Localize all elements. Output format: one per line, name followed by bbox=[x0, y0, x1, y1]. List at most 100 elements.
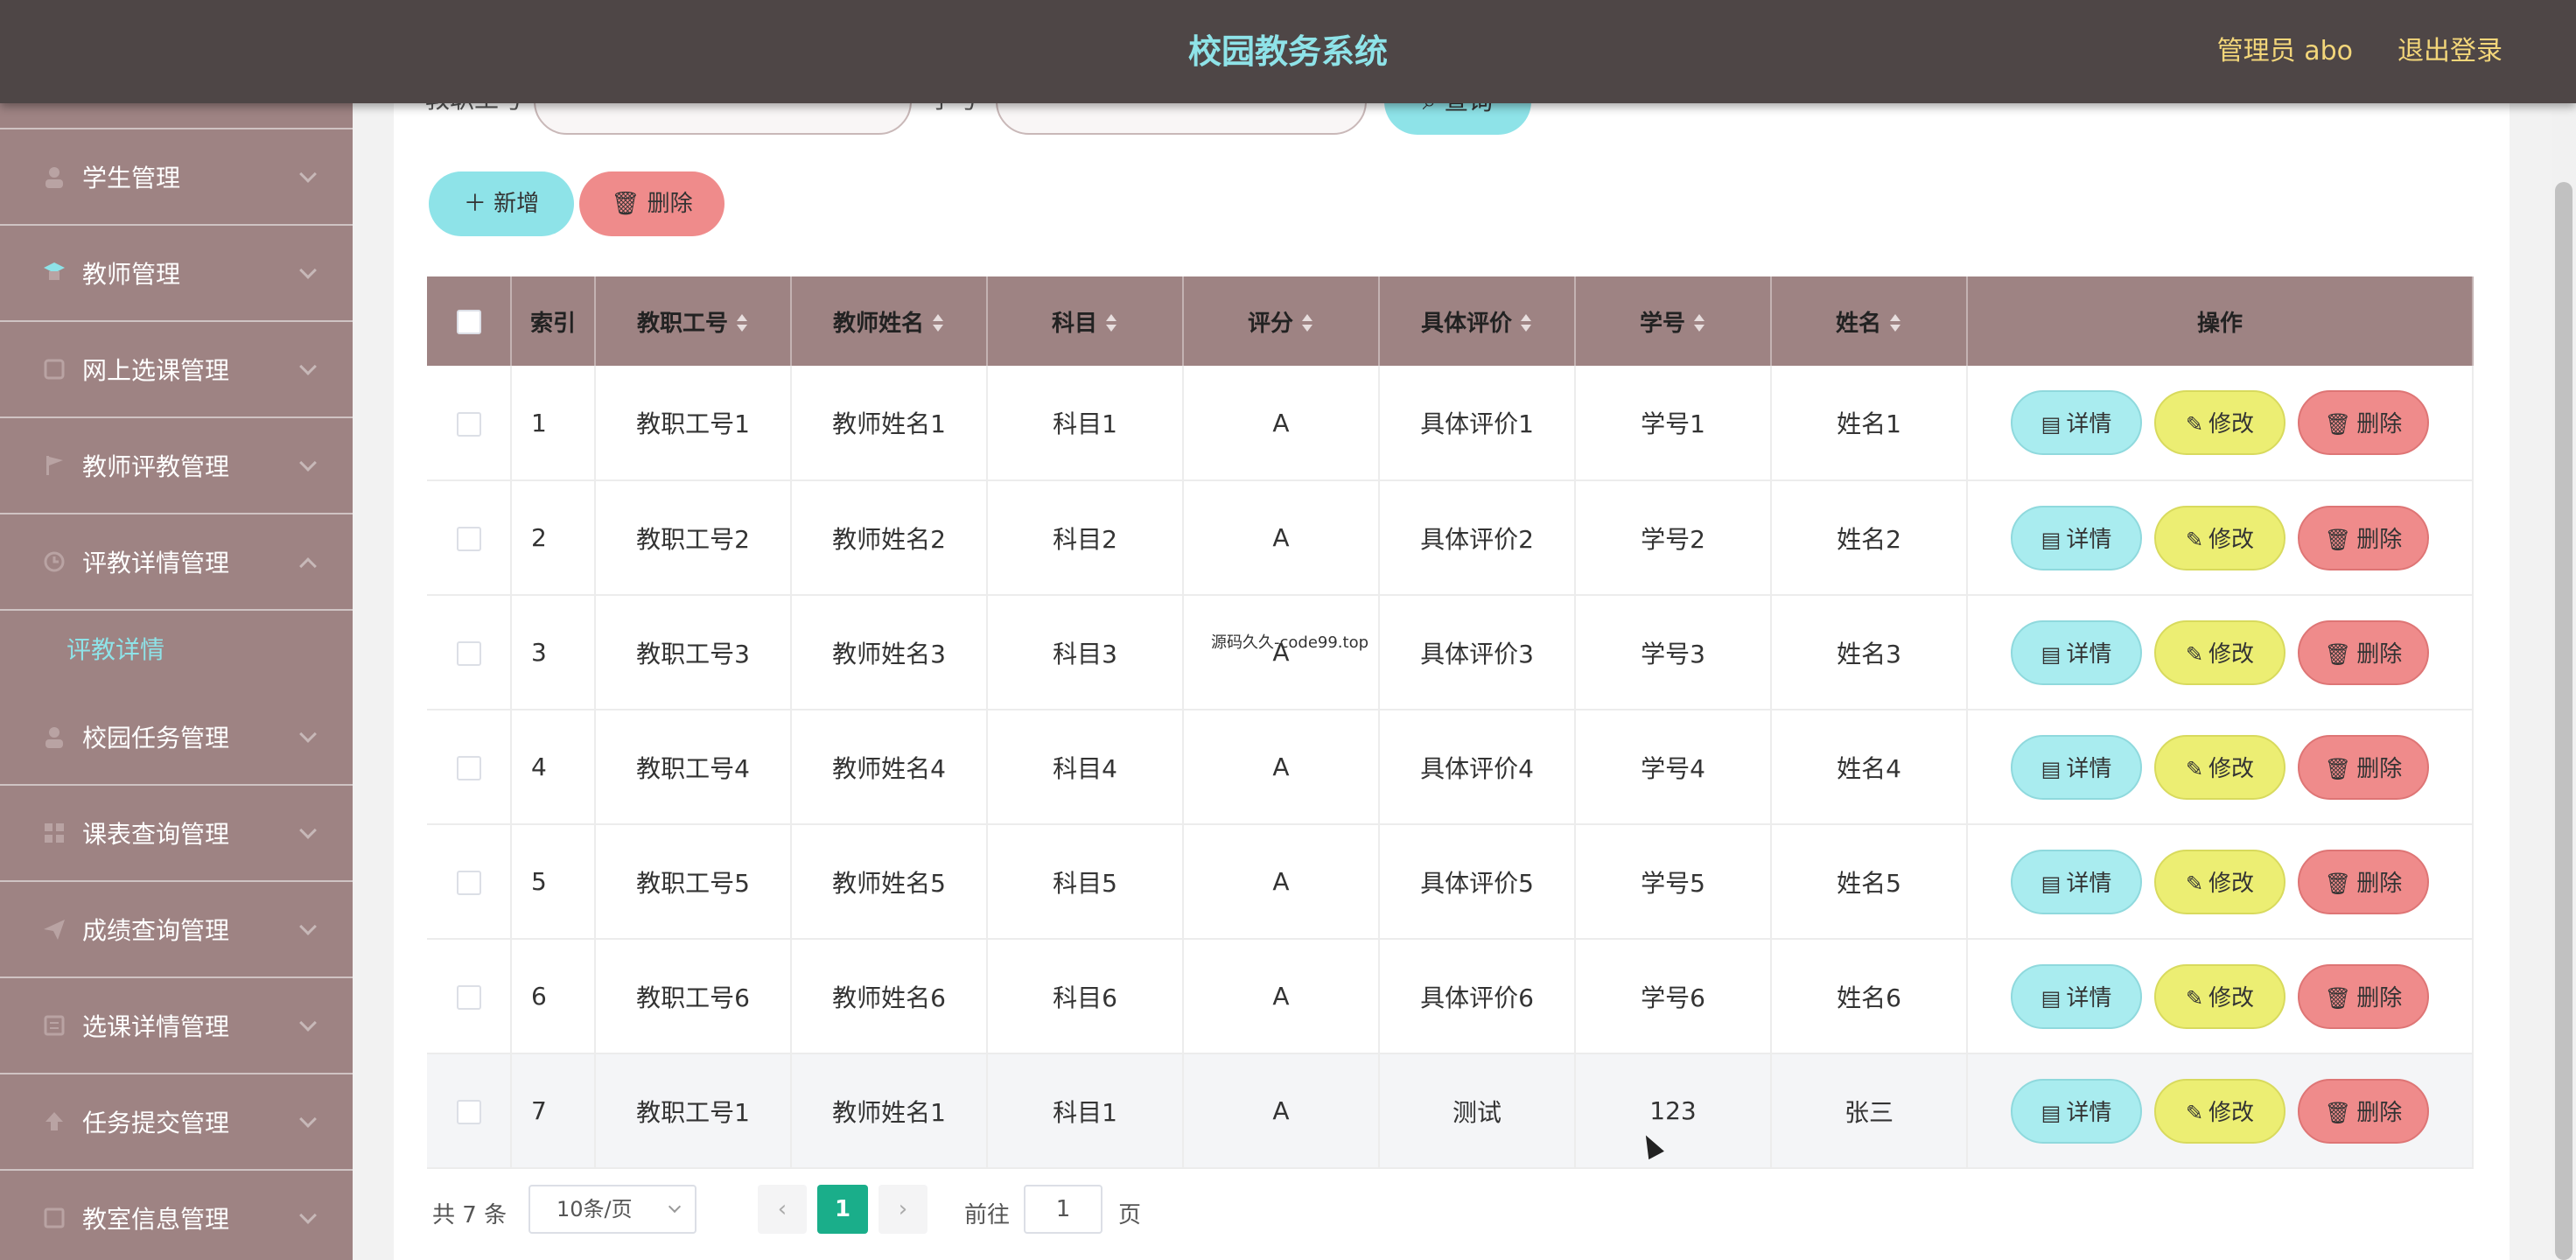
goto-page-input[interactable]: 1 bbox=[1024, 1185, 1102, 1234]
table-row[interactable]: 2 教职工号2 教师姓名2 科目2 A 具体评价2 学号2 姓名2 ▤ 详情 ✎ 修改 🗑 删除 bbox=[427, 480, 2474, 596]
row-checkbox[interactable] bbox=[456, 411, 481, 437]
edit-button[interactable]: ✎ 修改 bbox=[2154, 1078, 2286, 1144]
page-number-current[interactable]: 1 bbox=[817, 1185, 868, 1234]
cell-student-name: 姓名5 bbox=[1771, 824, 1968, 940]
row-checkbox[interactable] bbox=[456, 985, 481, 1010]
cell-teacher-id: 教职工号3 bbox=[595, 595, 792, 710]
edit-button[interactable]: ✎ 修改 bbox=[2154, 734, 2286, 800]
delete-button[interactable]: 🗑 删除 bbox=[2298, 963, 2429, 1029]
delete-button[interactable]: 🗑 删除 bbox=[2298, 734, 2429, 800]
edit-button[interactable]: ✎ 修改 bbox=[2154, 849, 2286, 914]
total-count: 共 7 条 bbox=[432, 1202, 508, 1228]
detail-button[interactable]: ▤ 详情 bbox=[2011, 963, 2142, 1029]
delete-button[interactable]: 🗑 删除 bbox=[2298, 1078, 2429, 1144]
col-header-teacher-id[interactable]: 教职工号 bbox=[595, 276, 792, 366]
table-row[interactable]: 7 教职工号1 教师姓名1 科目1 A 测试 123 张三 ▤ 详情 ✎ 修改 🗑 删除 bbox=[427, 1054, 2474, 1169]
sidebar-item-students[interactable]: 学生管理 bbox=[0, 131, 353, 226]
page-size-select[interactable]: 10条/页 bbox=[528, 1185, 696, 1234]
cell-student-name: 张三 bbox=[1771, 1054, 1968, 1169]
prev-page-button[interactable]: ‹ bbox=[758, 1185, 807, 1234]
detail-button[interactable]: ▤ 详情 bbox=[2011, 849, 2142, 914]
edit-button[interactable]: ✎ 修改 bbox=[2154, 505, 2286, 570]
edit-button[interactable]: ✎ 修改 bbox=[2154, 963, 2286, 1029]
next-page-button[interactable]: › bbox=[878, 1185, 928, 1234]
col-header-teacher-name[interactable]: 教师姓名 bbox=[791, 276, 988, 366]
add-button[interactable]: ＋ 新增 bbox=[429, 172, 574, 236]
sidebar-item-campus-tasks[interactable]: 校园任务管理 bbox=[0, 691, 353, 786]
sidebar-item-teachers[interactable]: 教师管理 bbox=[0, 228, 353, 322]
col-header-student-id[interactable]: 学号 bbox=[1575, 276, 1772, 366]
logout-link[interactable]: 退出登录 bbox=[2398, 0, 2502, 103]
sidebar-item-teacher-evaluation[interactable]: 教师评教管理 bbox=[0, 420, 353, 514]
sort-icon[interactable] bbox=[1519, 314, 1533, 333]
delete-button[interactable]: 🗑 删除 bbox=[2298, 849, 2429, 914]
scrollbar-thumb[interactable] bbox=[2555, 182, 2572, 1260]
row-checkbox[interactable] bbox=[456, 756, 481, 780]
detail-button[interactable]: ▤ 详情 bbox=[2011, 1078, 2142, 1144]
search-button[interactable]: ⌕ 查询 bbox=[1384, 103, 1531, 135]
delete-button[interactable]: 🗑 删除 bbox=[2298, 505, 2429, 570]
sidebar-subitem-evaluation-details[interactable]: 评教详情 bbox=[0, 611, 353, 690]
sort-icon[interactable] bbox=[735, 314, 749, 333]
col-header-student-name[interactable]: 姓名 bbox=[1771, 276, 1968, 366]
pencil-icon: ✎ bbox=[2185, 527, 2204, 552]
cell-index: 2 bbox=[511, 480, 596, 596]
page-scrollbar[interactable] bbox=[2552, 103, 2576, 1260]
row-checkbox[interactable] bbox=[456, 1100, 481, 1124]
table-row[interactable]: 3 教职工号3 教师姓名3 科目3 A 具体评价3 学号3 姓名3 ▤ 详情 ✎ 修改 🗑 删除 bbox=[427, 595, 2474, 710]
delete-button[interactable]: 🗑 删除 bbox=[2298, 390, 2429, 455]
sidebar-item-evaluation-details[interactable]: 评教详情管理 bbox=[0, 516, 353, 611]
row-checkbox[interactable] bbox=[456, 641, 481, 666]
cell-comment: 具体评价5 bbox=[1379, 824, 1576, 940]
sidebar-item-task-submission[interactable]: 任务提交管理 bbox=[0, 1076, 353, 1171]
flag-icon bbox=[46, 456, 63, 475]
row-checkbox[interactable] bbox=[456, 527, 481, 551]
cell-teacher-id: 教职工号2 bbox=[595, 480, 792, 596]
sidebar-item-classroom[interactable]: 教室信息管理 bbox=[0, 1172, 353, 1260]
cell-index: 3 bbox=[511, 595, 596, 710]
cell-comment: 具体评价2 bbox=[1379, 480, 1576, 596]
cell-subject: 科目1 bbox=[987, 1054, 1184, 1169]
sort-icon[interactable] bbox=[1692, 314, 1706, 333]
sort-icon[interactable] bbox=[1300, 314, 1314, 333]
row-select-cell bbox=[427, 366, 512, 481]
cell-score: A bbox=[1183, 710, 1380, 825]
sidebar-item-timetable[interactable]: 课表查询管理 bbox=[0, 788, 353, 882]
detail-button[interactable]: ▤ 详情 bbox=[2011, 734, 2142, 800]
detail-button[interactable]: ▤ 详情 bbox=[2011, 390, 2142, 455]
col-header-score[interactable]: 评分 bbox=[1183, 276, 1380, 366]
table-row[interactable]: 5 教职工号5 教师姓名5 科目5 A 具体评价5 学号5 姓名5 ▤ 详情 ✎ 修改 🗑 删除 bbox=[427, 824, 2474, 940]
row-select-cell bbox=[427, 939, 512, 1054]
detail-button[interactable]: ▤ 详情 bbox=[2011, 620, 2142, 685]
cell-teacher-name: 教师姓名4 bbox=[791, 710, 988, 825]
cell-subject: 科目2 bbox=[987, 480, 1184, 596]
detail-button[interactable]: ▤ 详情 bbox=[2011, 505, 2142, 570]
sidebar-item-course-selection[interactable]: 网上选课管理 bbox=[0, 324, 353, 418]
table-row[interactable]: 6 教职工号6 教师姓名6 科目6 A 具体评价6 学号6 姓名6 ▤ 详情 ✎ 修改 🗑 删除 bbox=[427, 939, 2474, 1054]
sidebar-item-selection-details[interactable]: 选课详情管理 bbox=[0, 980, 353, 1074]
row-actions-cell: ▤ 详情 ✎ 修改 🗑 删除 bbox=[1967, 1054, 2474, 1169]
sidebar: 学生管理 教师管理 网上选课管理 教师评教管理 评教详情管理 评教详情 校园任务… bbox=[0, 103, 353, 1260]
row-checkbox[interactable] bbox=[456, 871, 481, 895]
student-id-input[interactable] bbox=[996, 103, 1367, 135]
sort-icon[interactable] bbox=[931, 314, 945, 333]
edit-button[interactable]: ✎ 修改 bbox=[2154, 390, 2286, 455]
top-header: 校园教务系统 管理员 abo 退出登录 bbox=[0, 0, 2576, 103]
sidebar-item-grades[interactable]: 成绩查询管理 bbox=[0, 884, 353, 978]
upload-icon bbox=[46, 1112, 63, 1130]
batch-delete-button[interactable]: 🗑 删除 bbox=[579, 172, 724, 236]
delete-button[interactable]: 🗑 删除 bbox=[2298, 620, 2429, 685]
col-header-comment[interactable]: 具体评价 bbox=[1379, 276, 1576, 366]
table-row[interactable]: 4 教职工号4 教师姓名4 科目4 A 具体评价4 学号4 姓名4 ▤ 详情 ✎ 修改 🗑 删除 bbox=[427, 710, 2474, 825]
table-row[interactable]: 1 教职工号1 教师姓名1 科目1 A 具体评价1 学号1 姓名1 ▤ 详情 ✎ 修改 🗑 删除 bbox=[427, 366, 2474, 481]
select-all-checkbox[interactable] bbox=[456, 309, 481, 334]
trash-icon: 🗑 bbox=[2324, 1100, 2352, 1125]
edit-button[interactable]: ✎ 修改 bbox=[2154, 620, 2286, 685]
document-icon: ▤ bbox=[2040, 527, 2062, 552]
teacher-id-input[interactable] bbox=[534, 103, 912, 135]
col-header-subject[interactable]: 科目 bbox=[987, 276, 1184, 366]
sort-icon[interactable] bbox=[1104, 314, 1118, 333]
sort-icon[interactable] bbox=[1888, 314, 1902, 333]
sidebar-item-label: 教师管理 bbox=[82, 260, 181, 289]
trash-icon: 🗑 bbox=[611, 191, 648, 217]
